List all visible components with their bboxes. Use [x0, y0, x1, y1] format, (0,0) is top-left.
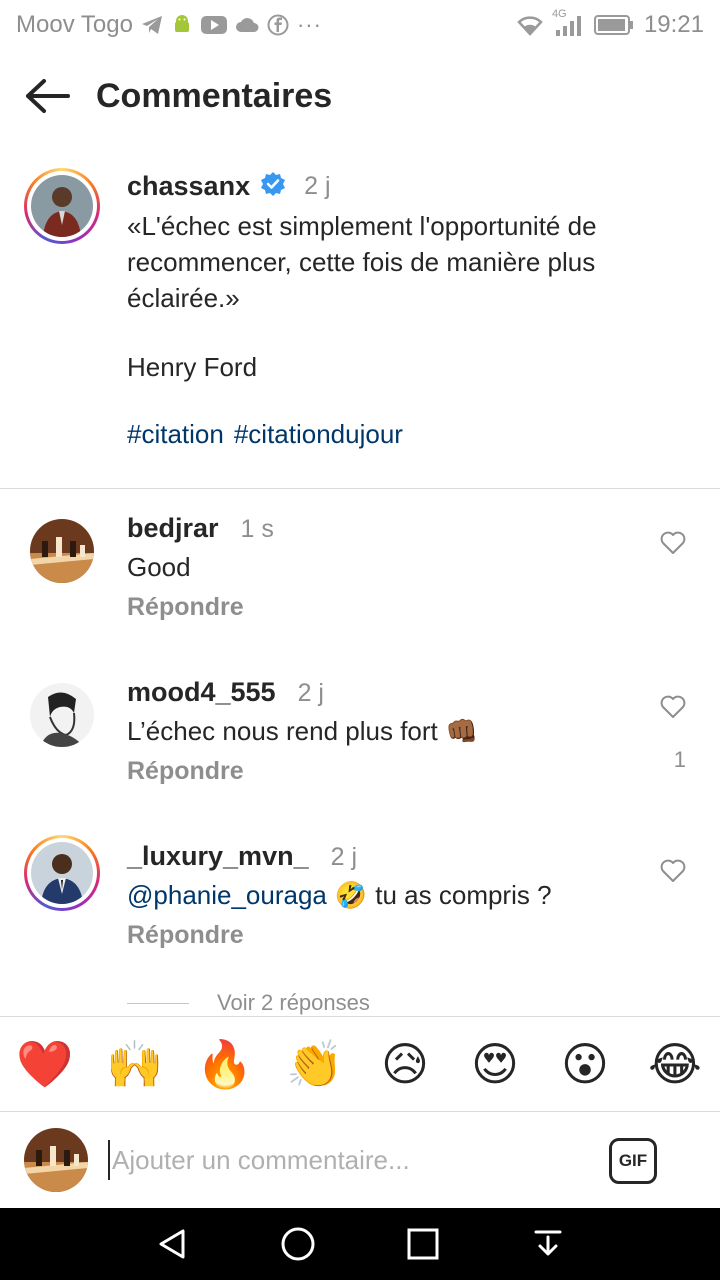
battery-icon — [593, 14, 634, 36]
system-nav-bar — [0, 1208, 720, 1280]
view-replies-button[interactable]: Voir 2 réponses — [127, 990, 370, 1016]
pull-down-icon — [534, 1230, 561, 1256]
back-arrow-icon — [26, 79, 70, 113]
nav-recents-button[interactable] — [393, 1214, 453, 1274]
facebook-icon — [267, 14, 289, 36]
emoji-reaction-bar: ❤️ 🙌 🔥 👏 😥 😍 😮 😂 — [0, 1016, 720, 1112]
heart-outline-icon — [660, 695, 686, 718]
like-button[interactable] — [660, 695, 690, 725]
emoji-fire-button[interactable]: 🔥 — [189, 1028, 261, 1100]
youtube-icon — [200, 15, 227, 35]
hashtags: #citation #citationdujour — [127, 419, 687, 450]
emoji-heart-button[interactable]: ❤️ — [9, 1028, 81, 1100]
header: Commentaires — [0, 58, 720, 134]
emoji-heart-eyes-button[interactable]: 😍 — [459, 1028, 531, 1100]
comment-time: 1 s — [240, 515, 274, 543]
emoji-sad-button[interactable]: 😥 — [369, 1028, 441, 1100]
circle-home-icon — [281, 1227, 314, 1261]
emoji-surprised-button[interactable]: 😮 — [549, 1028, 621, 1100]
comment-text: @phanie_ouraga 🤣 tu as compris ? — [127, 877, 647, 913]
laughing-emoji: 🤣 — [334, 880, 368, 910]
comment-time: 2 j — [330, 843, 357, 871]
author-username[interactable]: chassanx — [127, 171, 250, 202]
carrier-label: Moov Togo — [16, 11, 133, 38]
comment-time: 2 j — [297, 679, 324, 707]
more-notifications-icon: ··· — [296, 12, 322, 37]
clock: 19:21 — [643, 11, 704, 38]
triangle-back-icon — [159, 1229, 184, 1259]
nav-back-button[interactable] — [143, 1214, 203, 1274]
comment-item: bedjrar 1 s Good Répondre — [0, 513, 720, 643]
reply-button[interactable]: Répondre — [127, 921, 647, 950]
back-button[interactable] — [0, 58, 96, 134]
commenter-username[interactable]: mood4_555 — [127, 677, 276, 708]
hashtag-link[interactable]: #citation — [127, 419, 224, 450]
reply-button[interactable]: Répondre — [127, 757, 647, 786]
view-replies-label: Voir 2 réponses — [217, 990, 370, 1015]
comment-item: _luxury_mvn_ 2 j @phanie_ouraga 🤣 tu as … — [0, 835, 720, 971]
cloud-icon — [235, 16, 259, 34]
heart-outline-icon — [660, 531, 686, 554]
commenter-avatar[interactable] — [30, 519, 94, 583]
nav-notifications-button[interactable] — [518, 1214, 578, 1274]
comment-text-content: tu as compris ? — [375, 880, 552, 910]
comment-input[interactable] — [108, 1140, 578, 1180]
comment-item: mood4_555 2 j L’échec nous rend plus for… — [0, 677, 720, 807]
hashtag-link[interactable]: #citationdujour — [234, 419, 403, 450]
emoji-joy-button[interactable]: 😂 — [639, 1028, 711, 1100]
commenter-username[interactable]: _luxury_mvn_ — [127, 841, 309, 872]
comment-text-content: L’échec nous rend plus fort — [127, 716, 438, 746]
square-recents-icon — [407, 1228, 438, 1260]
status-bar: Moov Togo ··· 4G 19:21 — [0, 0, 720, 50]
commenter-username[interactable]: bedjrar — [127, 513, 219, 544]
mention-link[interactable]: @phanie_ouraga — [127, 877, 327, 913]
replies-divider — [127, 1002, 189, 1004]
like-button[interactable] — [660, 531, 690, 561]
author-avatar[interactable] — [24, 168, 100, 244]
emoji-clap-button[interactable]: 👏 — [279, 1028, 351, 1100]
wifi-icon — [516, 14, 544, 36]
nav-home-button[interactable] — [268, 1214, 328, 1274]
current-user-avatar — [24, 1128, 88, 1192]
android-icon — [171, 14, 193, 36]
commenter-avatar[interactable] — [24, 835, 100, 911]
page-title: Commentaires — [96, 76, 333, 115]
like-count: 1 — [673, 747, 686, 772]
heart-outline-icon — [660, 859, 686, 882]
gif-button[interactable]: GIF — [609, 1138, 657, 1184]
post-time: 2 j — [304, 171, 331, 200]
like-button[interactable] — [660, 859, 690, 889]
commenter-avatar[interactable] — [30, 683, 94, 747]
comment-composer: GIF — [0, 1112, 720, 1208]
divider — [0, 488, 720, 489]
signal-icon: 4G — [552, 8, 584, 36]
caption-author: Henry Ford — [127, 352, 258, 382]
verified-badge-icon — [260, 171, 286, 202]
emoji-raised-hands-button[interactable]: 🙌 — [99, 1028, 171, 1100]
telegram-icon — [141, 15, 163, 35]
network-type: 4G — [551, 8, 567, 20]
caption-text: «L'échec est simplement l'opportunité de… — [127, 211, 597, 313]
reply-button[interactable]: Répondre — [127, 593, 647, 622]
fist-emoji: 👊🏾 — [445, 716, 479, 746]
comment-text-content: Good — [127, 552, 191, 582]
comment-text: L’échec nous rend plus fort 👊🏾 — [127, 713, 647, 749]
comment-text: Good — [127, 549, 647, 585]
